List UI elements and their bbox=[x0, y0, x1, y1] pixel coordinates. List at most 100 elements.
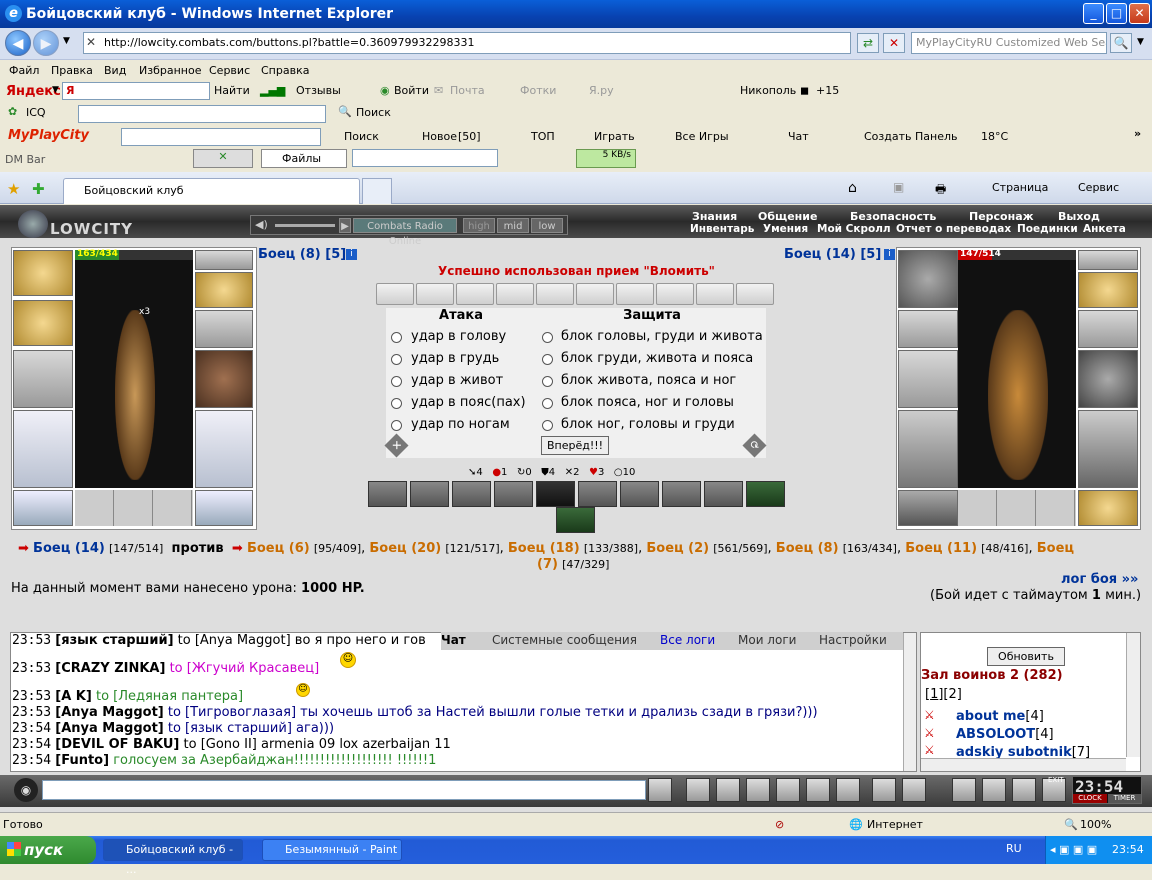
scroll-slot[interactable] bbox=[416, 283, 454, 305]
enemy-name[interactable]: Боец (11) bbox=[905, 541, 977, 556]
playcity-search-button[interactable]: Поиск bbox=[344, 130, 379, 143]
icq-search-button[interactable]: Поиск bbox=[356, 106, 391, 119]
menu-view[interactable]: Вид bbox=[104, 64, 126, 77]
left-gloves-slot[interactable] bbox=[195, 310, 253, 348]
menu-file[interactable]: Файл bbox=[9, 64, 39, 77]
close-button[interactable]: ✕ bbox=[1129, 3, 1150, 24]
language-indicator[interactable]: RU bbox=[1006, 842, 1022, 855]
right-extra-slots[interactable] bbox=[958, 490, 1076, 526]
battle-log-link[interactable]: лог боя »» bbox=[1061, 572, 1138, 587]
left-fighter-name[interactable]: Боец (8) [5] bbox=[258, 247, 346, 262]
scroll-slot[interactable] bbox=[456, 283, 494, 305]
defense-4-radio[interactable] bbox=[542, 398, 553, 409]
save-icon[interactable] bbox=[746, 778, 770, 802]
tab-combats[interactable]: Бойцовский клуб bbox=[63, 178, 360, 204]
chat-tab-my-logs[interactable]: Мои логи bbox=[738, 633, 796, 647]
chat-nick[interactable]: [язык старший] bbox=[55, 633, 173, 648]
chat-nick[interactable]: [CRAZY ZINKA] bbox=[55, 661, 165, 676]
timer-tab[interactable]: TIMER bbox=[1108, 794, 1141, 803]
scroll-slot[interactable] bbox=[696, 283, 734, 305]
attack-belly-radio[interactable] bbox=[391, 376, 402, 387]
room-scrollbar[interactable] bbox=[1126, 633, 1140, 757]
menu-exit[interactable]: Выход bbox=[1058, 210, 1100, 223]
play-icon[interactable]: ▶ bbox=[339, 218, 351, 233]
yaru-button[interactable]: Я.ру bbox=[589, 84, 614, 97]
player-name[interactable]: about me bbox=[956, 709, 1025, 724]
menu-character[interactable]: Персонаж bbox=[969, 210, 1034, 223]
attack-head-radio[interactable] bbox=[391, 332, 402, 343]
enemy-name[interactable]: Боец bbox=[1037, 541, 1074, 556]
menu-my-scroll[interactable]: Мой Скролл bbox=[817, 223, 891, 235]
menu-help[interactable]: Справка bbox=[261, 64, 309, 77]
skill-slot[interactable] bbox=[494, 481, 533, 507]
chat-nick[interactable]: [A K] bbox=[55, 689, 92, 704]
skill-slot[interactable] bbox=[662, 481, 701, 507]
skill-slot[interactable] bbox=[578, 481, 617, 507]
defense-2-radio[interactable] bbox=[542, 354, 553, 365]
playcity-chat-button[interactable]: Чат bbox=[788, 130, 809, 143]
me-name[interactable]: Боец (14) bbox=[33, 541, 105, 556]
room-page-2[interactable]: 2 bbox=[949, 687, 957, 702]
playcity-search-input[interactable] bbox=[121, 128, 321, 146]
radio-low-button[interactable]: low bbox=[531, 218, 563, 233]
minimize-button[interactable]: _ bbox=[1083, 3, 1104, 24]
forward-button[interactable]: Вперёд!!! bbox=[541, 436, 609, 455]
scroll-slot[interactable] bbox=[576, 283, 614, 305]
task-paint[interactable]: Безымянный - Paint bbox=[262, 839, 402, 861]
left-info-icon[interactable]: i bbox=[346, 249, 357, 260]
menu-communication[interactable]: Общение bbox=[758, 210, 817, 223]
zoom-level[interactable]: 100% bbox=[1080, 813, 1111, 836]
menu-security[interactable]: Безопасность bbox=[850, 210, 936, 223]
left-shield-slot[interactable] bbox=[195, 350, 253, 408]
feedback-button[interactable]: Отзывы bbox=[296, 84, 341, 97]
tray-clock[interactable]: 23:54 bbox=[1112, 836, 1144, 864]
right-boots-slot[interactable] bbox=[1078, 490, 1138, 526]
left-boots-slot[interactable] bbox=[195, 490, 253, 526]
stop-icon[interactable]: ✕ bbox=[883, 33, 905, 53]
scroll-slot[interactable] bbox=[496, 283, 534, 305]
player-icon[interactable]: ⚔ bbox=[924, 726, 935, 740]
home-game-icon[interactable] bbox=[1012, 778, 1036, 802]
scroll-slot[interactable] bbox=[376, 283, 414, 305]
attack-chest-radio[interactable] bbox=[391, 354, 402, 365]
chat-to[interactable]: to [язык старший] bbox=[168, 721, 292, 736]
left-weapon-slot[interactable] bbox=[13, 350, 73, 408]
right-helmet-slot[interactable] bbox=[898, 250, 958, 308]
yandex-search-input[interactable]: Я bbox=[62, 82, 210, 100]
radio-name[interactable]: Combats Radio Online bbox=[353, 218, 457, 247]
skill-slot[interactable] bbox=[452, 481, 491, 507]
right-armor-slot[interactable] bbox=[898, 410, 958, 488]
radio-mid-button[interactable]: mid bbox=[497, 218, 529, 233]
icq-label[interactable]: ICQ bbox=[26, 106, 46, 119]
player-row[interactable]: about me[4] bbox=[956, 709, 1044, 724]
menu-transfers[interactable]: Отчет о переводах bbox=[896, 223, 1011, 235]
search-icon[interactable]: 🔍 bbox=[1110, 33, 1132, 53]
yandex-dropdown-icon[interactable]: ▼ bbox=[52, 85, 59, 95]
translit-icon[interactable] bbox=[806, 778, 830, 802]
dm-url-input[interactable] bbox=[352, 149, 498, 167]
right-info-icon[interactable]: i bbox=[884, 249, 895, 260]
back-button[interactable]: ◀ bbox=[5, 30, 31, 56]
menu-knowledge[interactable]: Знания bbox=[692, 210, 737, 223]
chat-nick[interactable]: [DEVIL OF BAKU] bbox=[55, 737, 179, 752]
chat-to[interactable]: to [Ледяная пантера] bbox=[96, 689, 243, 704]
scroll-slot[interactable] bbox=[536, 283, 574, 305]
tray-icons[interactable]: ◂ ▣ ▣ ▣ bbox=[1050, 836, 1097, 864]
room-page-1[interactable]: 1 bbox=[930, 687, 938, 702]
playcity-create-panel-button[interactable]: Создать Панель bbox=[864, 130, 957, 143]
chat-input[interactable] bbox=[42, 780, 646, 800]
fight-icon[interactable] bbox=[982, 778, 1006, 802]
skill-slot[interactable] bbox=[746, 481, 785, 507]
zoom-icon[interactable]: 🔍 bbox=[1064, 813, 1078, 836]
player-name[interactable]: ABSOLOOT bbox=[956, 727, 1035, 742]
mail-button[interactable]: Почта bbox=[450, 84, 485, 97]
skill-slot[interactable] bbox=[536, 481, 575, 507]
skill-slot[interactable] bbox=[704, 481, 743, 507]
right-weapon-slot[interactable] bbox=[898, 350, 958, 408]
forward-button[interactable]: ▶ bbox=[33, 30, 59, 56]
right-rings-slot[interactable] bbox=[1078, 272, 1138, 308]
playcity-play-button[interactable]: Играть bbox=[594, 130, 635, 143]
favorites-star-icon[interactable]: ★ bbox=[7, 180, 20, 198]
web-search-input[interactable]: MyPlayCityRU Customized Web Search bbox=[911, 32, 1107, 54]
new-tab-button[interactable] bbox=[362, 178, 392, 204]
